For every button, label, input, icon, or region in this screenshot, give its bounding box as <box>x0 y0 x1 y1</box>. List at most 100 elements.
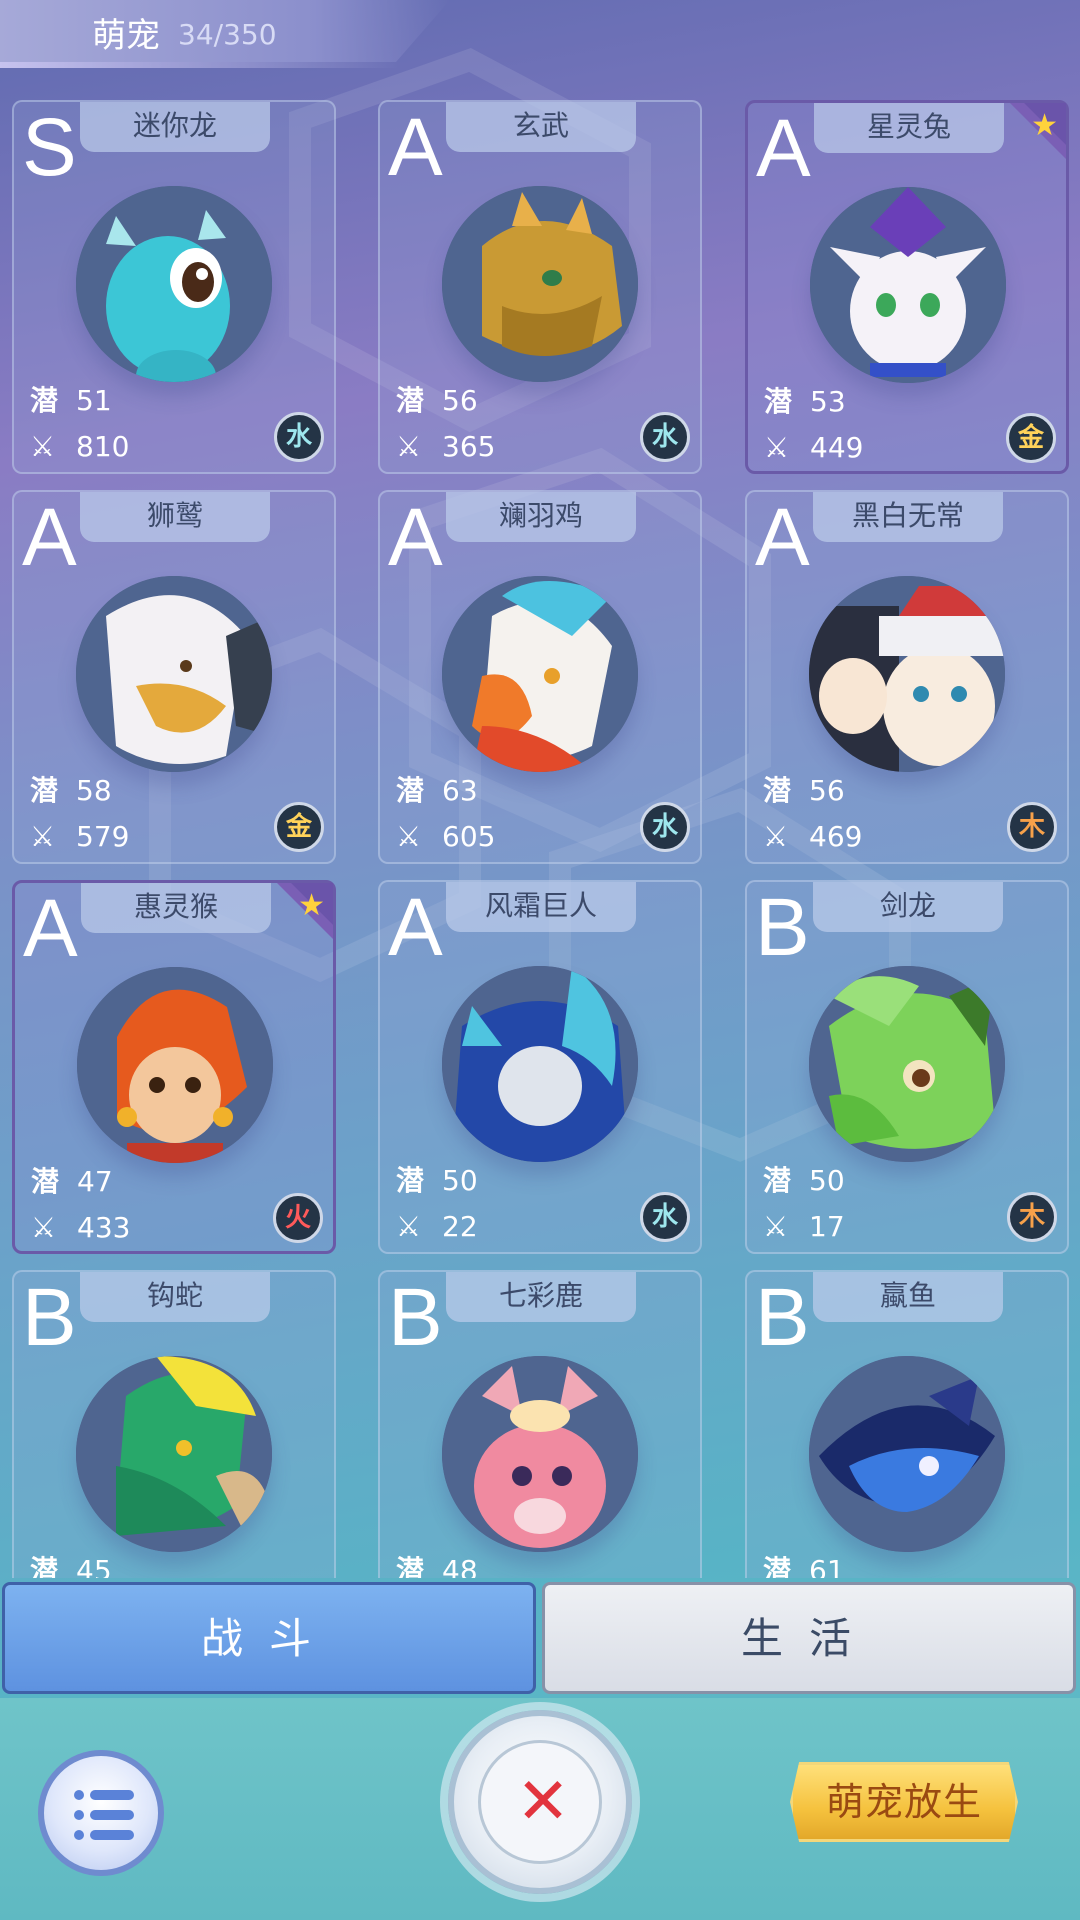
attack-value: 365 <box>442 430 496 463</box>
attack-stat: ⚔ 22 <box>396 1210 478 1244</box>
attack-stat: ⚔ 579 <box>30 820 129 854</box>
list-icon <box>74 1790 134 1840</box>
pet-name: 黑白无常 <box>813 492 1003 542</box>
pet-portrait <box>442 186 638 382</box>
pet-grade: A <box>388 882 443 973</box>
pet-card[interactable]: A 玄武潜 56 ⚔ 365 水 <box>378 100 702 474</box>
close-button[interactable]: ✕ <box>448 1710 632 1894</box>
potential-icon: 潜 <box>30 384 59 417</box>
pet-name: 星灵兔 <box>814 103 1004 153</box>
pet-portrait-art <box>442 966 638 1162</box>
pet-card[interactable]: A 狮鹫潜 58 ⚔ 579 金 <box>12 490 336 864</box>
pet-card[interactable]: B 蠃鱼潜 61 <box>745 1270 1069 1578</box>
potential-value: 63 <box>442 774 478 807</box>
pet-grid: S 迷你龙潜 51 ⚔ 810 水 A 玄武潜 56 ⚔ 365 水 A 星灵兔 ★ 潜 53 ⚔ 449 金 A 狮鹫潜… <box>0 0 1080 1578</box>
attack-value: 579 <box>76 820 130 853</box>
close-button-inner: ✕ <box>478 1740 602 1864</box>
pet-card[interactable]: B 剑龙潜 50 ⚔ 17 木 <box>745 880 1069 1254</box>
pet-card[interactable]: A 斓羽鸡潜 63 ⚔ 605 水 <box>378 490 702 864</box>
potential-stat: 潜 47 <box>31 1165 113 1199</box>
close-icon: ✕ <box>516 1765 570 1839</box>
pet-portrait-art <box>442 1356 638 1552</box>
pet-portrait <box>442 1356 638 1552</box>
potential-value: 53 <box>810 385 846 418</box>
list-menu-button[interactable] <box>38 1750 164 1876</box>
potential-icon: 潜 <box>763 774 792 807</box>
potential-icon: 潜 <box>396 774 425 807</box>
pet-name: 风霜巨人 <box>446 882 636 932</box>
potential-value: 48 <box>442 1554 478 1578</box>
pet-card[interactable]: A 黑白无常潜 56 ⚔ 469 木 <box>745 490 1069 864</box>
attack-value: 433 <box>77 1211 131 1244</box>
potential-icon: 潜 <box>31 1165 60 1198</box>
element-badge: 火 <box>273 1193 323 1243</box>
pet-card[interactable]: A 惠灵猴 ★ 潜 47 ⚔ 433 火 <box>12 880 336 1254</box>
pet-card[interactable]: A 风霜巨人潜 50 ⚔ 22 水 <box>378 880 702 1254</box>
element-badge: 水 <box>640 412 690 462</box>
pet-portrait <box>76 1356 272 1552</box>
crossed-swords-icon: ⚔ <box>396 1210 422 1243</box>
potential-stat: 潜 51 <box>30 384 112 418</box>
potential-value: 61 <box>809 1554 845 1578</box>
potential-value: 50 <box>442 1164 478 1197</box>
pet-portrait-art <box>809 576 1005 772</box>
pet-grade: A <box>388 492 443 583</box>
element-badge: 金 <box>1006 413 1056 463</box>
attack-stat: ⚔ 810 <box>30 430 129 464</box>
potential-value: 45 <box>76 1554 112 1578</box>
attack-value: 17 <box>809 1210 845 1243</box>
pet-name: 惠灵猴 <box>81 883 271 933</box>
pet-portrait <box>809 1356 1005 1552</box>
pet-name: 剑龙 <box>813 882 1003 932</box>
pet-portrait-art <box>809 966 1005 1162</box>
pet-portrait <box>809 576 1005 772</box>
pet-card[interactable]: B 钩蛇潜 45 <box>12 1270 336 1578</box>
element-badge: 水 <box>640 802 690 852</box>
pet-portrait-art <box>809 1356 1005 1552</box>
pet-portrait-art <box>76 186 272 382</box>
pet-portrait-art <box>442 576 638 772</box>
tab-life[interactable]: 生活 <box>542 1582 1076 1694</box>
pet-portrait <box>76 186 272 382</box>
attack-value: 449 <box>810 431 864 464</box>
pet-grade: A <box>756 103 811 194</box>
potential-stat: 潜 61 <box>763 1554 845 1578</box>
attack-stat: ⚔ 469 <box>763 820 862 854</box>
element-badge: 金 <box>274 802 324 852</box>
crossed-swords-icon: ⚔ <box>763 820 789 853</box>
pet-grade: S <box>22 102 77 193</box>
potential-stat: 潜 58 <box>30 774 112 808</box>
pet-name: 斓羽鸡 <box>446 492 636 542</box>
category-tabs: 战斗 生活 <box>0 1578 1080 1698</box>
pet-portrait-art <box>77 967 273 1163</box>
attack-value: 605 <box>442 820 496 853</box>
attack-value: 810 <box>76 430 130 463</box>
potential-icon: 潜 <box>30 774 59 807</box>
release-pet-button[interactable]: 萌宠放生 <box>790 1762 1018 1842</box>
pet-grade: B <box>755 1272 810 1363</box>
attack-stat: ⚔ 449 <box>764 431 863 465</box>
element-badge: 木 <box>1007 1192 1057 1242</box>
pet-card[interactable]: B 七彩鹿潜 48 <box>378 1270 702 1578</box>
pet-portrait-art <box>76 576 272 772</box>
potential-value: 58 <box>76 774 112 807</box>
pet-portrait-art <box>442 186 638 382</box>
bottom-bar: ✕ 萌宠放生 <box>0 1698 1080 1920</box>
pet-grade: A <box>388 102 443 193</box>
potential-stat: 潜 48 <box>396 1554 478 1578</box>
potential-icon: 潜 <box>30 1554 59 1578</box>
element-badge: 水 <box>640 1192 690 1242</box>
potential-value: 56 <box>809 774 845 807</box>
pet-card[interactable]: S 迷你龙潜 51 ⚔ 810 水 <box>12 100 336 474</box>
pet-card[interactable]: A 星灵兔 ★ 潜 53 ⚔ 449 金 <box>745 100 1069 474</box>
pet-name: 蠃鱼 <box>813 1272 1003 1322</box>
potential-icon: 潜 <box>396 384 425 417</box>
pet-portrait <box>442 576 638 772</box>
pet-portrait <box>809 966 1005 1162</box>
crossed-swords-icon: ⚔ <box>396 430 422 463</box>
attack-stat: ⚔ 17 <box>763 1210 845 1244</box>
potential-value: 47 <box>77 1165 113 1198</box>
attack-stat: ⚔ 605 <box>396 820 495 854</box>
tab-battle[interactable]: 战斗 <box>2 1582 536 1694</box>
pet-grade: B <box>22 1272 77 1363</box>
